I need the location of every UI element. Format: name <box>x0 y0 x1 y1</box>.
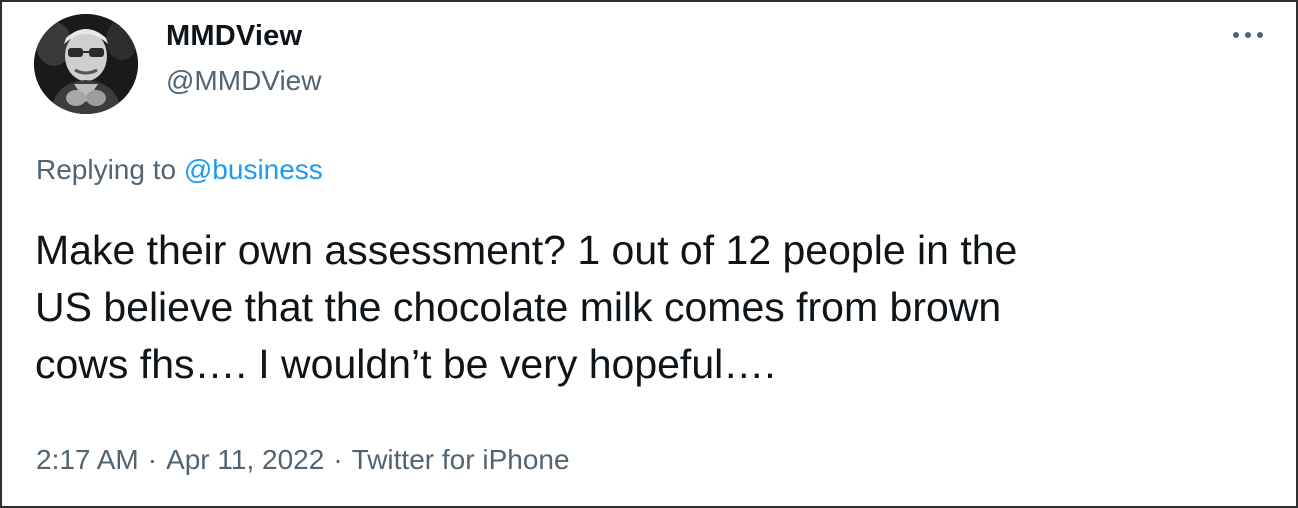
tweet-text-line: US believe that the chocolate milk comes… <box>35 284 1002 330</box>
meta-separator: · <box>333 444 343 475</box>
tweet-card: MMDView @MMDView Replying to @business M… <box>0 0 1298 508</box>
tweet-time[interactable]: 2:17 AM <box>36 444 139 475</box>
more-horizontal-icon <box>1233 32 1263 38</box>
reply-mention-link[interactable]: @business <box>184 154 323 185</box>
tweet-date[interactable]: Apr 11, 2022 <box>166 444 324 475</box>
more-options-button[interactable] <box>1228 20 1268 50</box>
avatar-image <box>34 14 138 114</box>
author-display-name[interactable]: MMDView <box>166 20 302 53</box>
author-handle[interactable]: @MMDView <box>166 65 321 97</box>
tweet-meta: 2:17 AM · Apr 11, 2022 · Twitter for iPhone <box>36 444 570 476</box>
tweet-text-line: cows fhs…. I wouldn’t be very hopeful…. <box>35 341 776 387</box>
tweet-source[interactable]: Twitter for iPhone <box>352 444 570 475</box>
replying-to-label: Replying to <box>36 154 177 185</box>
meta-separator: · <box>147 444 158 475</box>
tweet-text: Make their own assessment? 1 out of 12 p… <box>35 222 1265 393</box>
tweet-text-line: Make their own assessment? 1 out of 12 p… <box>35 227 1018 273</box>
replying-to: Replying to @business <box>36 154 323 186</box>
avatar[interactable] <box>34 14 138 114</box>
